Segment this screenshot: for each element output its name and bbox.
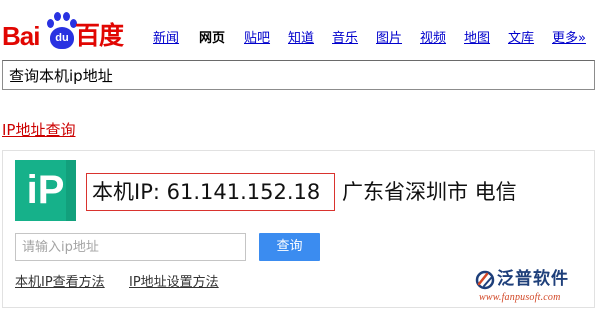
nav-music[interactable]: 音乐 [332,31,358,47]
logo-baidu-chinese: 百度 [75,21,124,50]
nav-zhidao[interactable]: 知道 [288,31,314,47]
nav-images[interactable]: 图片 [376,31,402,47]
ip-address-text: 本机IP: 61.141.152.18 [92,180,321,204]
ip-query-field[interactable] [15,233,246,261]
nav-wenku[interactable]: 文库 [508,31,534,47]
ip-query-input[interactable] [16,234,242,260]
ip-location-text: 广东省深圳市 电信 [342,180,517,204]
fanpusoft-logo-icon [475,270,495,290]
ip-logo-icon: iP [15,160,76,221]
nav-news[interactable]: 新闻 [153,31,179,47]
query-button[interactable]: 查询 [259,233,320,261]
link-check-ip-method[interactable]: 本机IP查看方法 [15,275,105,291]
nav-web[interactable]: 网页 [199,31,225,47]
nav-more[interactable]: 更多» [552,31,586,47]
ip-logo-text: iP [26,168,65,212]
nav-video[interactable]: 视频 [420,31,446,47]
logo-bai-text: Bai [2,21,40,51]
watermark-name: 泛普软件 [497,269,569,289]
logo-du-text: du [55,32,69,44]
link-set-ip-method[interactable]: IP地址设置方法 [129,275,219,291]
watermark-url: www.fanpusoft.com [479,292,561,303]
search-input[interactable] [3,61,569,89]
fanpusoft-watermark: 泛普软件 www.fanpusoft.com [475,268,595,308]
search-box[interactable] [2,60,595,90]
nav-map[interactable]: 地图 [464,31,490,47]
baidu-logo[interactable]: Bai du 百度 [2,8,142,52]
result-title-link[interactable]: IP地址查询 [2,121,75,139]
nav-tieba[interactable]: 贴吧 [244,31,270,47]
paw-icon: du [47,12,77,50]
